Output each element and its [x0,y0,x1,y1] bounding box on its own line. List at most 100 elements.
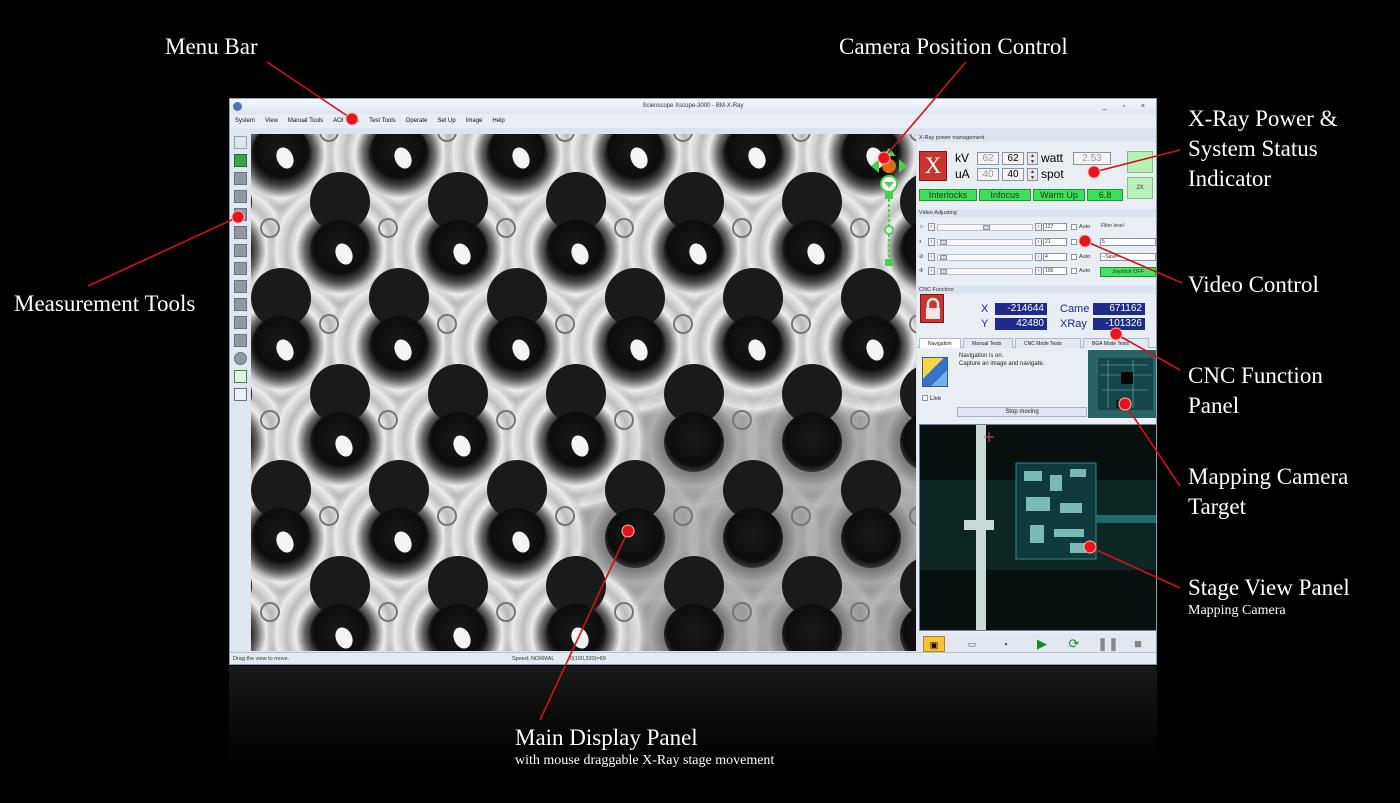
open-folder-icon[interactable] [234,136,247,149]
increase-button[interactable]: › [1035,267,1042,275]
stage-lock-button[interactable] [920,294,944,323]
cnc-tabs: Navigation Manual Tests CNC Mode Tests B… [917,338,1156,348]
menu-manual-tools[interactable]: Manual Tools [288,114,323,128]
cnc-xray-value: -101326 [1093,318,1145,330]
tab-manual-tests[interactable]: Manual Tests [963,338,1013,348]
tab-navigation[interactable]: Navigation [919,338,961,348]
stop-moving-button[interactable]: Stop moving [957,407,1087,417]
menu-aoi-tools[interactable]: AOI Tools [333,114,359,128]
menu-view[interactable]: View [265,114,278,128]
stop-icon[interactable]: ■ [1127,636,1149,652]
sharpness-value[interactable]: 100 [1043,267,1067,275]
sharpness-slider[interactable] [937,268,1033,275]
warmup-indicator: Warm Up [1033,189,1085,201]
ruler-tool-button[interactable] [234,208,247,221]
decrease-button[interactable]: ‹ [928,223,935,231]
menu-help[interactable]: Help [492,114,504,128]
save-preset-select[interactable]: --Save-- [1100,253,1156,261]
filter-level-select[interactable]: 5 [1100,238,1156,246]
infocus-indicator: Infocus [979,189,1031,201]
callout-main-display-sub: with mouse draggable X-Ray stage movemen… [515,753,775,768]
tool-button[interactable] [234,334,247,347]
lock-icon [926,297,940,319]
brightness-value[interactable]: 127 [1043,223,1067,231]
increase-button[interactable]: › [1035,253,1042,261]
pause-icon[interactable]: ❚❚ [1097,636,1119,652]
auto-checkbox[interactable] [1071,254,1077,260]
tool-button[interactable] [234,298,247,311]
callout-cnc-panel: CNC Function Panel [1188,361,1323,421]
contrast-slider[interactable] [937,239,1033,246]
auto-checkbox[interactable] [1071,268,1077,274]
auto-checkbox[interactable] [1071,239,1077,245]
tool-button[interactable] [234,244,247,257]
brightness-slider[interactable] [937,224,1033,231]
xray-logo-button[interactable]: X [919,151,947,181]
mapping-camera-view[interactable] [920,425,1157,631]
ua-actual: 40 [977,167,999,181]
main-display-panel[interactable] [251,134,916,651]
callout-mapping-line2: Target [1188,494,1246,519]
xray-image[interactable] [251,134,916,651]
mapping-camera-target[interactable] [1088,350,1157,418]
gamma-icon: ⊘ [919,254,924,260]
menu-set-up[interactable]: Set Up [437,114,455,128]
ua-spinner[interactable]: ▲ ▼ [1027,167,1038,181]
auto-checkbox[interactable] [1071,224,1077,230]
save-icon[interactable] [234,154,247,167]
decrease-button[interactable]: ‹ [928,253,935,261]
decrease-button[interactable]: ‹ [928,238,935,246]
tool-button[interactable] [234,280,247,293]
camera-up-arrow-icon [882,148,896,156]
filter-level-label: Filter level [1101,223,1124,229]
menu-image[interactable]: Image [466,114,483,128]
tool-button[interactable] [234,172,247,185]
live-checkbox[interactable]: Live [922,395,941,403]
ua-setpoint-input[interactable]: 40 [1002,167,1024,181]
menu-test-tools[interactable]: Test Tools [369,114,396,128]
xray-panel-title: X-Ray power management [917,134,1156,142]
refresh-icon[interactable]: ⟳ [1063,636,1085,652]
callout-measurement-tools: Measurement Tools [14,291,196,316]
increase-button[interactable]: › [1035,238,1042,246]
kv-actual: 62 [977,151,999,165]
save-icon[interactable]: ▪ [995,636,1017,652]
play-icon[interactable]: ▶ [1031,636,1053,652]
gamma-slider[interactable] [937,254,1033,261]
kv-label: kV [955,151,970,165]
circle-tool-icon[interactable] [234,352,247,365]
tool-button[interactable] [234,316,247,329]
kv-setpoint-input[interactable]: 62 [1002,151,1024,165]
menu-system[interactable]: System [235,114,255,128]
tool-button[interactable] [234,226,247,239]
decrease-button[interactable]: ‹ [928,267,935,275]
stage-view-panel[interactable] [919,424,1157,631]
tool-button[interactable] [234,262,247,275]
kv-spinner[interactable]: ▲ ▼ [1027,151,1038,165]
joystick-toggle-button[interactable]: Joystick OFF [1100,267,1156,277]
grid-icon[interactable] [234,388,247,401]
increase-button[interactable]: › [1035,223,1042,231]
tab-bga-mode-tests[interactable]: BGA Mode Tests [1083,338,1149,348]
gamma-value[interactable]: 4 [1043,253,1067,261]
menu-operate[interactable]: Operate [406,114,428,128]
xray-power-button[interactable] [1127,151,1153,173]
window-controls[interactable]: _ ▫ × [1103,99,1152,114]
fit-view-icon[interactable] [234,370,247,383]
video-row-contrast: ◐ ‹ › 21 5 [919,238,1156,247]
auto-label: Auto [1079,254,1091,260]
contrast-value[interactable]: 21 [1043,238,1067,246]
callout-stage-view-title: Stage View Panel [1188,575,1350,600]
tool-button[interactable] [234,190,247,203]
camera-position-control[interactable] [869,146,909,276]
cnc-x-value: -214644 [995,303,1047,315]
status-speed: Speed: NORMAL [512,656,555,662]
capture-icon[interactable]: ▣ [923,636,945,652]
kv-row: kV 62 62 ▲ ▼ watt 2.53 [955,151,1111,165]
navigation-capture-icon[interactable] [922,357,948,387]
sharpness-icon: ✣ [919,268,924,274]
xray-2x-button[interactable]: 2X [1127,177,1153,199]
camera-left-arrow-icon [871,159,879,173]
tab-cnc-mode-tests[interactable]: CNC Mode Tests [1015,338,1081,348]
open-folder-icon[interactable]: ▭ [961,636,983,652]
